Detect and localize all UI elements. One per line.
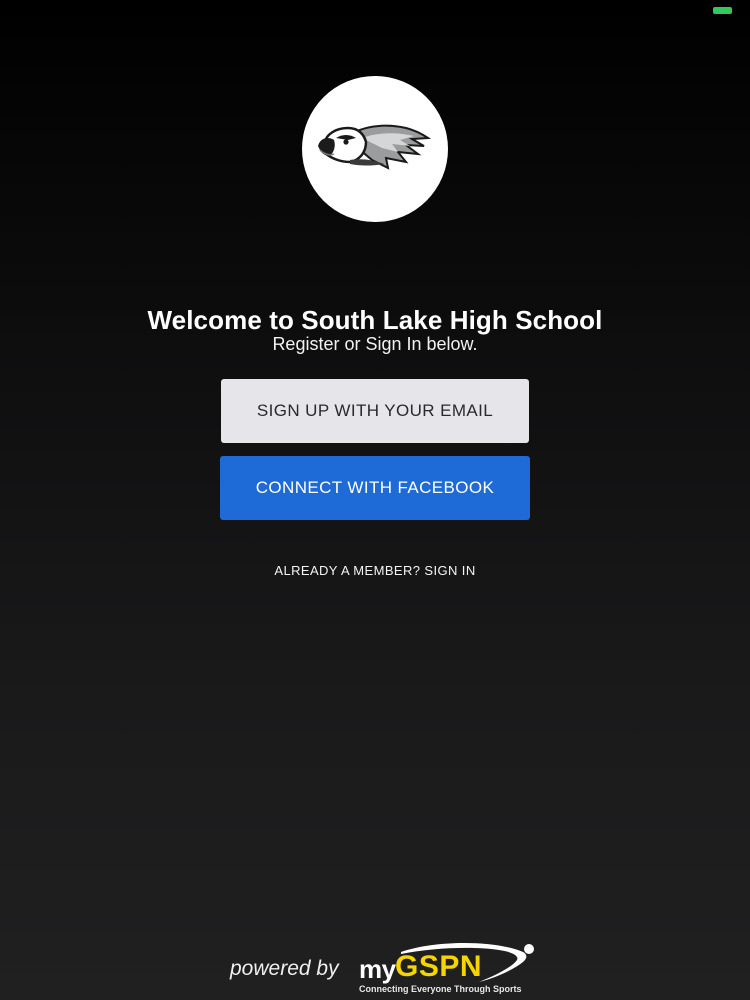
school-logo (302, 76, 448, 222)
battery-icon (713, 7, 732, 14)
mygspn-logo: my GSPN Connecting Everyone Through Spor… (355, 942, 535, 996)
email-signup-button[interactable]: SIGN UP WITH YOUR EMAIL (221, 379, 529, 443)
eagle-mascot-icon (318, 124, 432, 170)
brand-prefix: my (359, 954, 396, 984)
page-title: Welcome to South Lake High School (147, 305, 603, 335)
powered-by-label: powered by (230, 957, 339, 980)
brand-tagline: Connecting Everyone Through Sports (359, 984, 522, 994)
page-subtitle: Register or Sign In below. (272, 334, 478, 354)
facebook-connect-button[interactable]: CONNECT WITH FACEBOOK (220, 456, 530, 520)
sign-in-link[interactable]: ALREADY A MEMBER? SIGN IN (0, 563, 750, 578)
brand-name: GSPN (395, 950, 483, 983)
